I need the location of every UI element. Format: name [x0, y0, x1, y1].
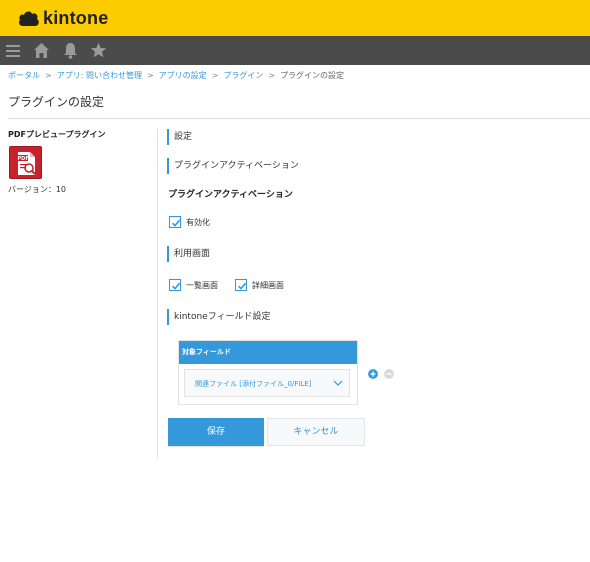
checkbox-checked-icon[interactable]: [169, 216, 181, 228]
breadcrumb-separator: >: [268, 71, 276, 80]
field-select[interactable]: 関連ファイル [添付ファイル_0/FILE]: [184, 369, 350, 397]
target-field-table: 対象フィールド 関連ファイル [添付ファイル_0/FILE]: [178, 340, 358, 405]
pdf-plugin-icon: PDF: [9, 146, 42, 179]
list-view-checkbox[interactable]: 一覧画面: [169, 279, 218, 291]
cancel-button[interactable]: キャンセル: [267, 418, 365, 446]
add-row-icon[interactable]: [368, 369, 378, 379]
page-title: プラグインの設定: [8, 95, 105, 109]
breadcrumb-portal[interactable]: ポータル: [8, 71, 40, 80]
checkbox-checked-icon[interactable]: [235, 279, 247, 291]
breadcrumb-app[interactable]: アプリ: 問い合わせ管理: [57, 71, 142, 80]
breadcrumb-separator: >: [146, 71, 154, 80]
breadcrumb-app-settings[interactable]: アプリの設定: [159, 71, 207, 80]
pdf-search-icon: PDF: [16, 152, 36, 175]
cloud-logo-icon: [19, 11, 39, 26]
section-field-settings: kintoneフィールド設定: [167, 309, 271, 325]
section-screens: 利用画面: [167, 246, 210, 262]
breadcrumb-current: プラグインの設定: [280, 71, 345, 80]
detail-view-checkbox[interactable]: 詳細画面: [235, 279, 284, 291]
enable-label: 有効化: [186, 217, 210, 227]
global-nav: [0, 36, 590, 65]
breadcrumb-plugins[interactable]: プラグイン: [223, 71, 263, 80]
pdf-icon-label: PDF: [18, 156, 29, 162]
remove-row-icon[interactable]: [384, 369, 394, 379]
kintone-logo[interactable]: kintone: [18, 8, 108, 29]
save-button[interactable]: 保存: [168, 418, 264, 446]
section-activation: プラグインアクティベーション: [167, 158, 299, 174]
table-header: 対象フィールド: [179, 341, 357, 364]
chevron-down-icon: [333, 380, 343, 386]
home-icon[interactable]: [33, 42, 50, 59]
enable-checkbox[interactable]: 有効化: [169, 216, 210, 228]
menu-icon[interactable]: [5, 42, 22, 59]
checkbox-checked-icon[interactable]: [169, 279, 181, 291]
bell-icon[interactable]: [62, 42, 79, 59]
field-select-value: 関連ファイル [添付ファイル_0/FILE]: [195, 380, 312, 388]
breadcrumb-separator: >: [211, 71, 219, 80]
breadcrumb: ポータル > アプリ: 問い合わせ管理 > アプリの設定 > プラグイン > プラグインの設定: [8, 70, 344, 81]
breadcrumb-separator: >: [45, 71, 52, 80]
activation-subtitle: プラグインアクティベーション: [168, 190, 293, 200]
section-settings: 設定: [167, 129, 192, 145]
star-icon[interactable]: [90, 42, 107, 59]
plugin-name: PDFプレビュープラグイン: [8, 130, 106, 139]
detail-view-label: 詳細画面: [252, 280, 284, 290]
brand-name: kintone: [43, 8, 109, 28]
title-divider: [8, 118, 590, 119]
column-divider: [157, 128, 158, 458]
plugin-version: バージョン：10: [8, 185, 67, 194]
header-bar: kintone: [0, 0, 590, 36]
list-view-label: 一覧画面: [186, 280, 218, 290]
